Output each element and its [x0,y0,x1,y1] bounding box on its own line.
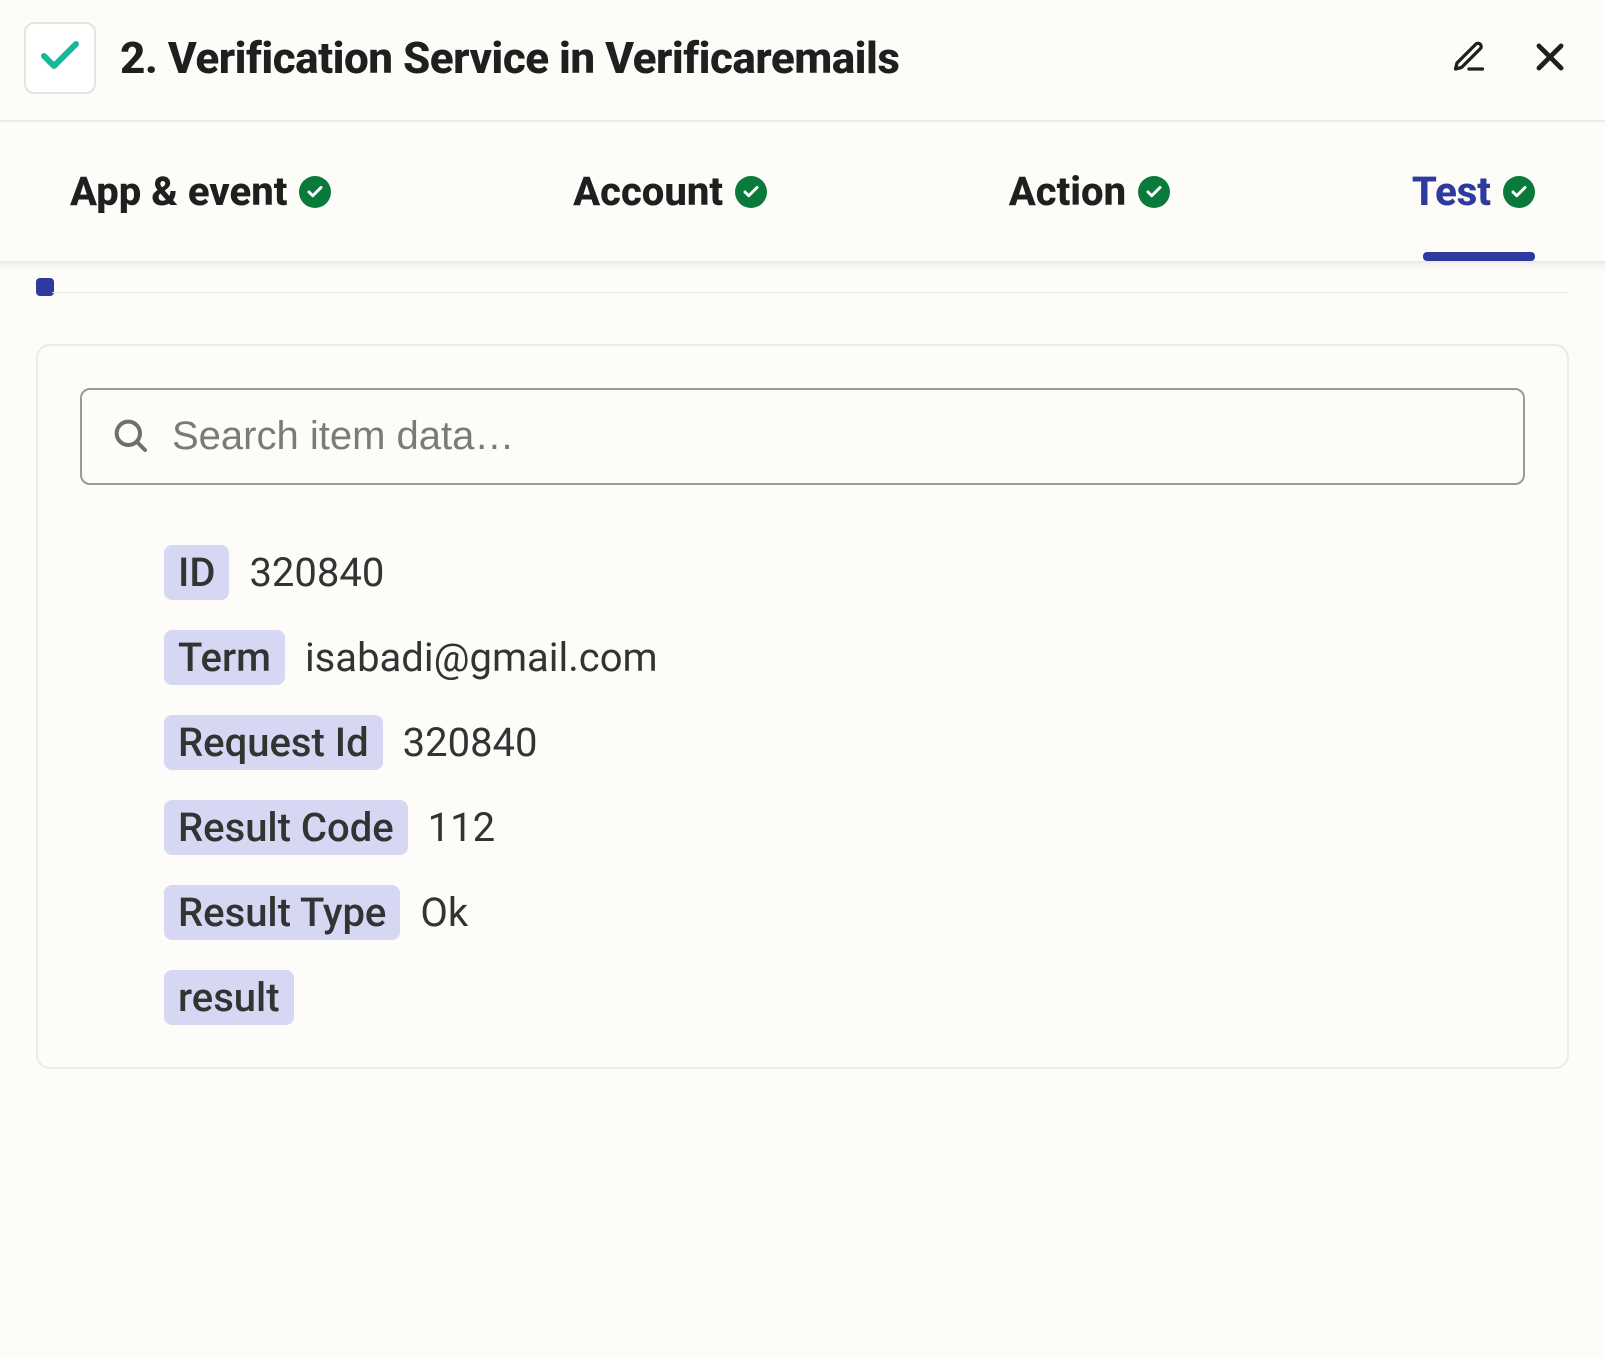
pencil-icon [1451,39,1487,78]
progress-chip [36,278,54,296]
progress-bar-fragment [36,278,1569,300]
search-input[interactable] [172,414,1495,459]
tab-bar: App & event Account Action Test [0,120,1605,262]
tab-label: Test [1412,168,1491,215]
data-key: Request Id [164,715,383,770]
data-key: Term [164,630,285,685]
data-row: result [164,970,1525,1025]
data-row: Request Id 320840 [164,715,1525,770]
data-key: result [164,970,294,1025]
check-circle-icon [735,176,767,208]
close-icon [1531,38,1569,79]
active-tab-underline [1423,252,1535,261]
tab-account[interactable]: Account [573,168,767,215]
data-row: Term isabadi@gmail.com [164,630,1525,685]
result-data-list: ID 320840 Term isabadi@gmail.com Request… [80,545,1525,1025]
tab-label: Action [1009,168,1126,215]
search-icon [110,415,150,459]
tab-app-event[interactable]: App & event [70,168,331,215]
panel-header: 2. Verification Service in Verificaremai… [0,0,1605,120]
result-card: ID 320840 Term isabadi@gmail.com Request… [36,344,1569,1069]
header-actions [1451,38,1569,79]
close-button[interactable] [1531,38,1569,79]
search-box[interactable] [80,388,1525,485]
tab-test[interactable]: Test [1412,168,1535,215]
check-icon [36,32,84,84]
data-value: 320840 [403,719,538,766]
check-circle-icon [299,176,331,208]
data-value: 112 [428,804,495,851]
check-circle-icon [1503,176,1535,208]
edit-button[interactable] [1451,39,1487,78]
data-key: Result Code [164,800,408,855]
progress-line [52,292,1569,293]
tab-shadow [0,262,1605,270]
data-row: Result Type Ok [164,885,1525,940]
tab-action[interactable]: Action [1009,168,1170,215]
data-value: isabadi@gmail.com [305,634,658,681]
tab-label: App & event [70,168,287,215]
data-key: ID [164,545,229,600]
app-icon [24,22,96,94]
data-value: 320840 [249,549,384,596]
check-circle-icon [1138,176,1170,208]
data-key: Result Type [164,885,400,940]
step-title: 2. Verification Service in Verificaremai… [120,32,1427,84]
data-row: Result Code 112 [164,800,1525,855]
tab-label: Account [573,168,723,215]
data-value: Ok [420,889,468,936]
data-row: ID 320840 [164,545,1525,600]
